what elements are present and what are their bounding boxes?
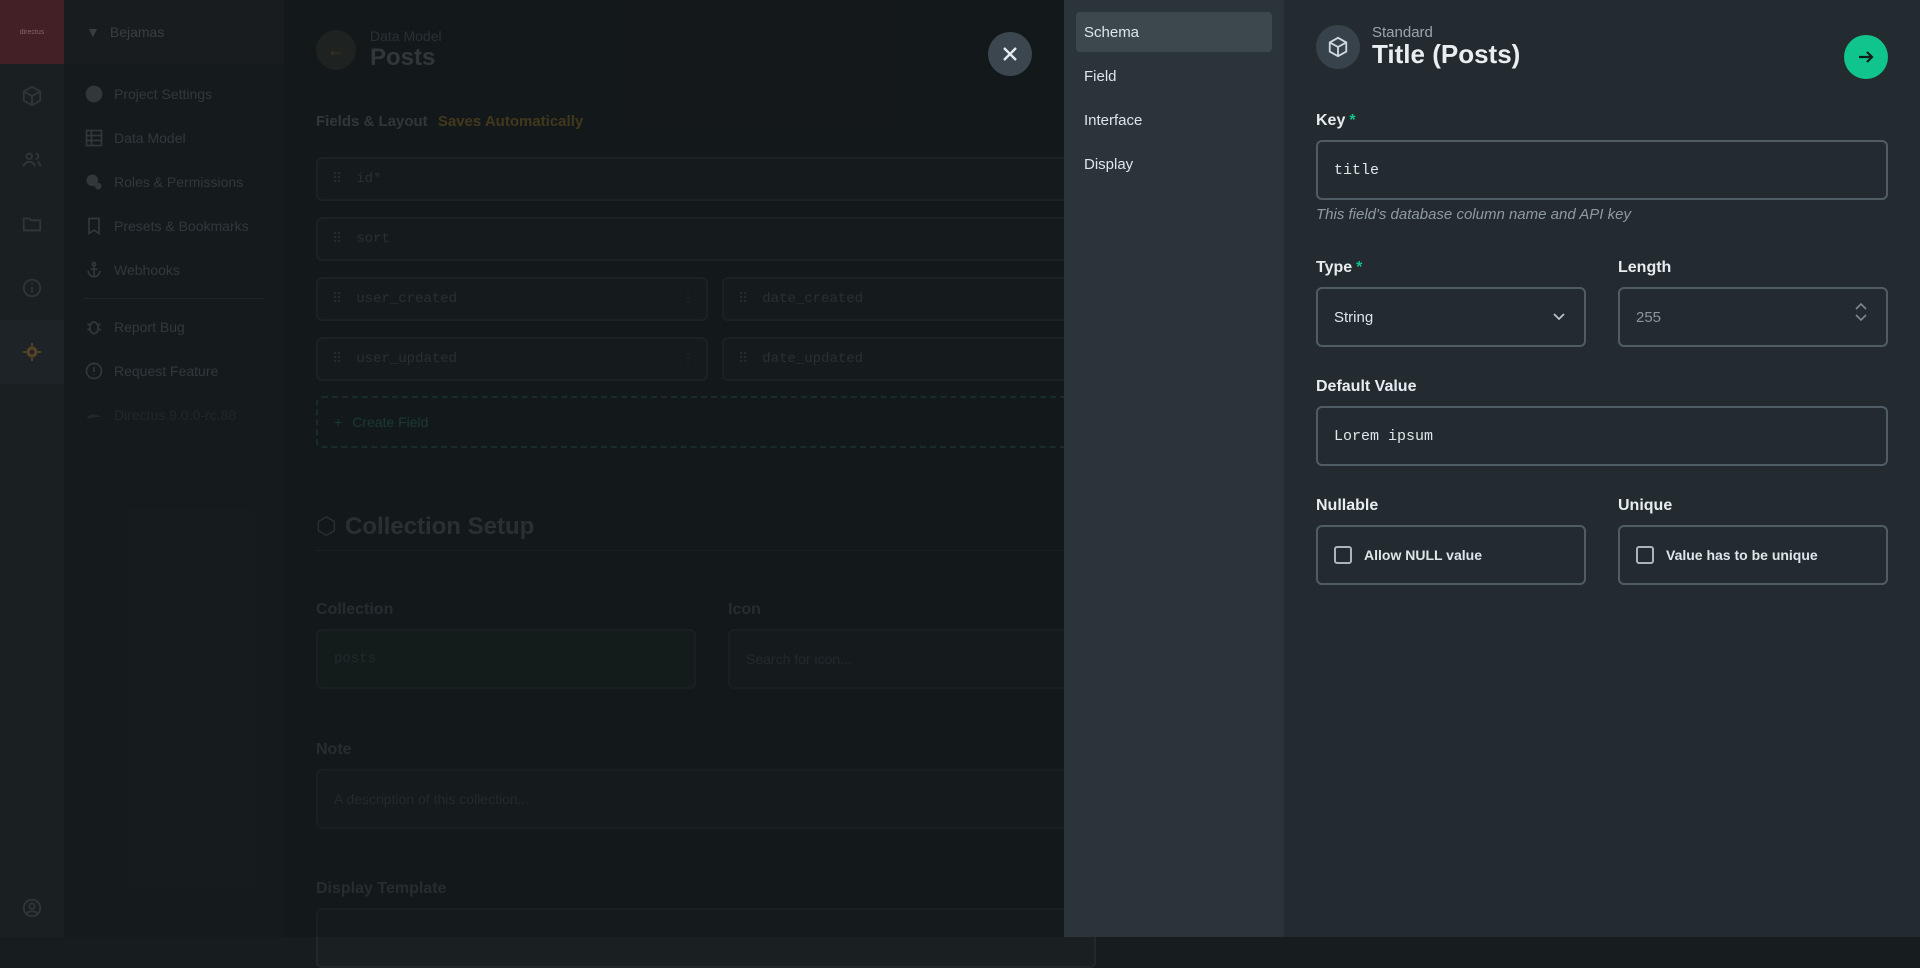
type-label-text: Type	[1316, 259, 1353, 276]
nullable-checkbox[interactable]: Allow NULL value	[1316, 525, 1586, 585]
unique-label: Unique	[1618, 497, 1673, 514]
checkbox-icon	[1636, 546, 1654, 564]
key-input[interactable]: title	[1316, 140, 1888, 200]
nullable-label: Nullable	[1316, 497, 1379, 514]
type-value: String	[1334, 308, 1374, 326]
tab-interface[interactable]: Interface	[1076, 100, 1272, 140]
key-hint: This field's database column name and AP…	[1316, 206, 1631, 223]
length-label: Length	[1618, 259, 1672, 276]
type-label: Type *	[1316, 259, 1362, 277]
default-value-input[interactable]: Lorem ipsum	[1316, 406, 1888, 466]
default-value-label: Default Value	[1316, 378, 1417, 395]
required-marker: *	[1349, 112, 1356, 129]
drawer-tabs: Schema Field Interface Display	[1064, 0, 1284, 937]
arrow-right-icon	[1859, 51, 1874, 63]
save-button[interactable]	[1844, 35, 1888, 79]
close-drawer-button[interactable]	[988, 32, 1032, 76]
length-value: 255	[1636, 308, 1662, 326]
chevron-down-icon	[1552, 309, 1566, 327]
tab-schema[interactable]: Schema	[1076, 12, 1272, 52]
modal-overlay[interactable]	[0, 0, 1064, 937]
close-icon	[1003, 47, 1017, 61]
drawer-header: Standard Title (Posts)	[1316, 24, 1520, 70]
drawer-title: Title (Posts)	[1372, 39, 1521, 69]
key-label: Key *	[1316, 112, 1356, 130]
tab-display[interactable]: Display	[1076, 144, 1272, 184]
stepper-icon[interactable]	[1854, 301, 1868, 323]
type-select[interactable]: String	[1316, 287, 1586, 347]
required-marker: *	[1356, 259, 1363, 276]
unique-option-label: Value has to be unique	[1666, 547, 1818, 563]
field-drawer: Standard Title (Posts) Key * title This f…	[1284, 0, 1920, 937]
unique-checkbox[interactable]: Value has to be unique	[1618, 525, 1888, 585]
tab-field[interactable]: Field	[1076, 56, 1272, 96]
nullable-option-label: Allow NULL value	[1364, 547, 1482, 563]
length-input[interactable]: 255	[1618, 287, 1888, 347]
key-label-text: Key	[1316, 112, 1346, 129]
cube-icon	[1316, 25, 1360, 69]
checkbox-icon	[1334, 546, 1352, 564]
